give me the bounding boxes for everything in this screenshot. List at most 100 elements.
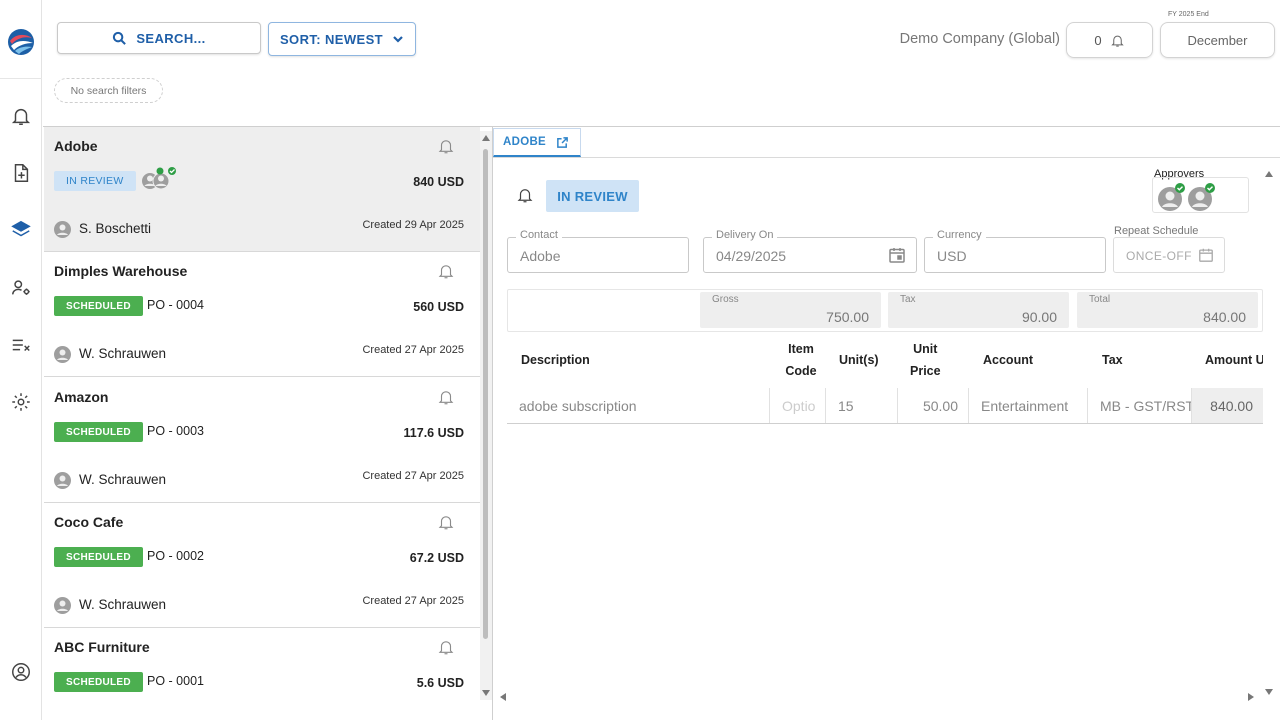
- po-number: PO - 0003: [147, 424, 204, 438]
- line-account-input[interactable]: Entertainment: [968, 388, 1087, 423]
- chevron-down-icon: [393, 36, 403, 43]
- order-amount: 840 USD: [413, 175, 464, 189]
- gross-value: 750.00: [826, 309, 869, 325]
- calendar-icon[interactable]: [1198, 247, 1214, 263]
- list-scrollbar[interactable]: [480, 131, 492, 700]
- order-card[interactable]: Amazon SCHEDULED PO - 0003 117.6 USD W. …: [44, 378, 480, 503]
- add-document-icon[interactable]: [9, 161, 33, 185]
- line-item-code-input[interactable]: Optio: [769, 388, 825, 423]
- approvers-box[interactable]: [1152, 177, 1249, 213]
- order-card[interactable]: Dimples Warehouse SCHEDULED PO - 0004 56…: [44, 252, 480, 377]
- line-tax-input[interactable]: MB - GST/RST: [1087, 388, 1191, 423]
- company-name[interactable]: Demo Company (Global): [880, 31, 1060, 47]
- user-avatar-icon: [54, 346, 71, 363]
- user-avatar-icon: [54, 472, 71, 489]
- gross-total: Gross 750.00: [700, 292, 881, 328]
- col-units: Unit(s): [839, 353, 879, 367]
- bell-icon[interactable]: [437, 638, 455, 656]
- notifications-button[interactable]: 0: [1066, 22, 1153, 58]
- gross-label: Gross: [712, 294, 739, 305]
- delivery-date-field[interactable]: Delivery On 04/29/2025: [703, 229, 917, 273]
- user-avatar-icon: [54, 221, 71, 238]
- search-label: SEARCH...: [136, 30, 206, 46]
- open-external-icon[interactable]: [556, 136, 569, 149]
- tax-total: Tax 90.00: [888, 292, 1069, 328]
- po-number: PO - 0004: [147, 298, 204, 312]
- account-icon[interactable]: [9, 660, 33, 684]
- line-amount: 840.00: [1191, 388, 1263, 423]
- bell-icon[interactable]: [516, 186, 534, 204]
- order-user: W. Schrauwen: [79, 346, 167, 361]
- status-badge: SCHEDULED: [54, 422, 143, 442]
- order-card[interactable]: ABC Furniture SCHEDULED PO - 0001 5.6 US…: [44, 628, 480, 720]
- scroll-thumb[interactable]: [483, 149, 488, 639]
- line-units-input[interactable]: 15: [825, 388, 897, 423]
- order-user: W. Schrauwen: [79, 472, 167, 487]
- contact-field[interactable]: Contact Adobe: [507, 229, 689, 273]
- delivery-value: 04/29/2025: [716, 248, 787, 264]
- repeat-schedule-field[interactable]: Repeat Schedule ONCE-OFF: [1110, 225, 1225, 273]
- period-button[interactable]: December: [1160, 22, 1275, 58]
- order-list: Adobe IN REVIEW 840 USD S. Boschetti Cre…: [44, 127, 480, 720]
- tab-underline: [493, 157, 1280, 158]
- line-unit-price-input[interactable]: 50.00: [897, 388, 968, 423]
- po-number: PO - 0001: [147, 674, 204, 688]
- order-name: Dimples Warehouse: [54, 263, 188, 279]
- bell-icon[interactable]: [437, 137, 455, 155]
- col-description: Description: [521, 353, 590, 367]
- horizontal-scrollbar[interactable]: [496, 691, 1258, 703]
- scroll-up-arrow-icon[interactable]: [1265, 171, 1273, 177]
- line-description-input[interactable]: adobe subscription: [507, 388, 769, 423]
- order-amount: 5.6 USD: [416, 676, 464, 690]
- fiscal-year-label: FY 2025 End: [1168, 11, 1209, 18]
- scroll-left-arrow-icon[interactable]: [500, 693, 506, 701]
- total-label: Total: [1089, 294, 1111, 305]
- order-created: Created 29 Apr 2025: [362, 219, 464, 231]
- sort-label: SORT: NEWEST: [279, 31, 384, 47]
- col-item-code-line2: Code: [785, 364, 817, 378]
- app-root: SEARCH... SORT: NEWEST No search filters…: [0, 0, 1280, 720]
- gear-icon[interactable]: [9, 390, 33, 414]
- status-badge: SCHEDULED: [54, 296, 143, 316]
- order-card[interactable]: Adobe IN REVIEW 840 USD S. Boschetti Cre…: [44, 127, 480, 252]
- order-name: ABC Furniture: [54, 639, 150, 655]
- sort-button[interactable]: SORT: NEWEST: [268, 22, 416, 56]
- pane-divider: [492, 127, 493, 720]
- bell-icon[interactable]: [9, 104, 33, 128]
- currency-field[interactable]: Currency USD: [924, 229, 1106, 273]
- scroll-right-arrow-icon[interactable]: [1248, 693, 1254, 701]
- grand-total: Total 840.00: [1077, 292, 1258, 328]
- layers-icon[interactable]: [9, 218, 33, 242]
- repeat-value: ONCE-OFF: [1126, 249, 1192, 263]
- search-icon: [113, 31, 127, 45]
- col-item-code: Item Code: [783, 338, 819, 382]
- search-filters-chip[interactable]: No search filters: [54, 78, 163, 103]
- order-amount: 67.2 USD: [409, 551, 464, 565]
- order-amount: 560 USD: [413, 300, 464, 314]
- delivery-label: Delivery On: [712, 229, 778, 241]
- col-amount: Amount U: [1205, 353, 1263, 367]
- tab-label: ADOBE: [503, 136, 547, 148]
- detail-scrollbar[interactable]: [1263, 165, 1275, 695]
- bell-icon[interactable]: [437, 262, 455, 280]
- order-card[interactable]: Coco Cafe SCHEDULED PO - 0002 67.2 USD W…: [44, 503, 480, 628]
- bell-icon[interactable]: [437, 513, 455, 531]
- col-unit-price-line1: Unit: [913, 342, 938, 356]
- order-amount: 117.6 USD: [403, 426, 464, 440]
- scroll-down-arrow-icon[interactable]: [482, 690, 490, 696]
- user-settings-icon[interactable]: [9, 276, 33, 300]
- bell-icon[interactable]: [437, 388, 455, 406]
- checklist-icon[interactable]: [9, 333, 33, 357]
- calendar-icon[interactable]: [888, 246, 906, 264]
- tab-adobe[interactable]: ADOBE: [493, 128, 581, 157]
- contact-value: Adobe: [520, 248, 561, 264]
- order-user: W. Schrauwen: [79, 597, 167, 612]
- logo-icon[interactable]: [7, 28, 35, 56]
- order-created: Created 27 Apr 2025: [362, 595, 464, 607]
- rail-divider: [0, 78, 42, 79]
- order-created: Created 27 Apr 2025: [362, 344, 464, 356]
- scroll-down-arrow-icon[interactable]: [1265, 689, 1273, 695]
- currency-value: USD: [937, 248, 967, 264]
- search-button[interactable]: SEARCH...: [57, 22, 261, 54]
- scroll-up-arrow-icon[interactable]: [482, 135, 490, 141]
